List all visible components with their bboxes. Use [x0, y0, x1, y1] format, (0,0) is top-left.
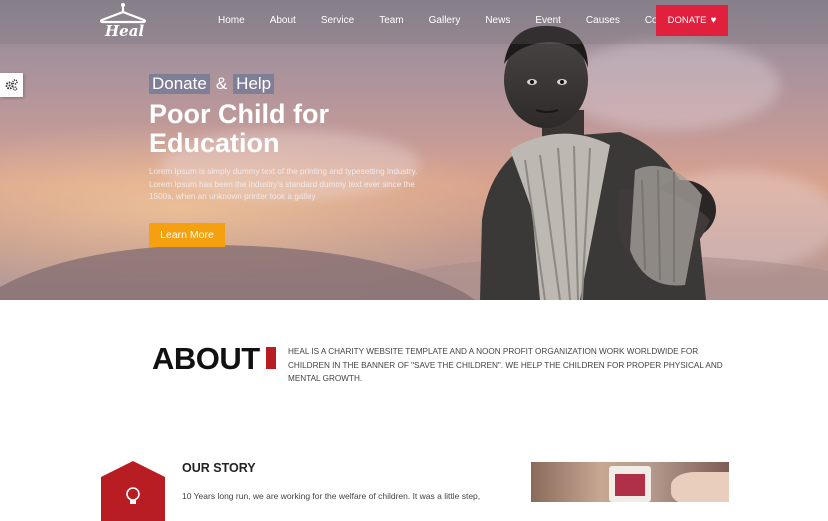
about-accent-bar	[266, 347, 276, 369]
learn-more-button[interactable]: Learn More	[149, 223, 225, 247]
tag-amp: &	[215, 74, 228, 93]
hero-photo-children	[480, 25, 716, 300]
story-hex-badge	[101, 461, 165, 521]
donate-button[interactable]: DONATE ♥	[656, 5, 728, 36]
nav-team[interactable]: Team	[379, 15, 403, 26]
about-title: ABOUT	[152, 341, 260, 376]
nav-news[interactable]: News	[485, 15, 510, 26]
about-text: Heal is a charity website template and a…	[288, 347, 723, 383]
story-text: 10 Years long run, we are working for th…	[182, 491, 481, 501]
top-navbar: Heal Home About Service Team Gallery New…	[0, 0, 828, 44]
hero-content: Donate & Help Poor Child for Education L…	[149, 74, 441, 204]
story-title: OUR STORY	[182, 461, 256, 475]
nav-gallery[interactable]: Gallery	[429, 15, 461, 26]
hero-tagline: Donate & Help	[149, 74, 441, 94]
nav-service[interactable]: Service	[321, 15, 354, 26]
nav-home[interactable]: Home	[218, 15, 245, 26]
gears-icon	[5, 79, 18, 91]
heal-logo[interactable]: Heal	[98, 2, 148, 42]
heart-icon: ♥	[710, 14, 717, 26]
nav-event[interactable]: Event	[535, 15, 561, 26]
tag-donate: Donate	[149, 74, 210, 94]
hero-description: Lorem Ipsum is simply dummy text of the …	[149, 167, 418, 201]
hero-headline: Poor Child for Education	[149, 99, 329, 158]
logo-text: Heal	[105, 22, 145, 40]
hero-banner: Heal Home About Service Team Gallery New…	[0, 0, 828, 300]
main-nav: Home About Service Team Gallery News Eve…	[218, 0, 704, 40]
nav-causes[interactable]: Causes	[586, 15, 620, 26]
tag-help: Help	[233, 74, 275, 94]
settings-toggle[interactable]	[0, 73, 23, 97]
nav-about[interactable]: About	[270, 15, 296, 26]
donate-label: DONATE	[667, 15, 707, 26]
story-photo	[531, 462, 729, 502]
